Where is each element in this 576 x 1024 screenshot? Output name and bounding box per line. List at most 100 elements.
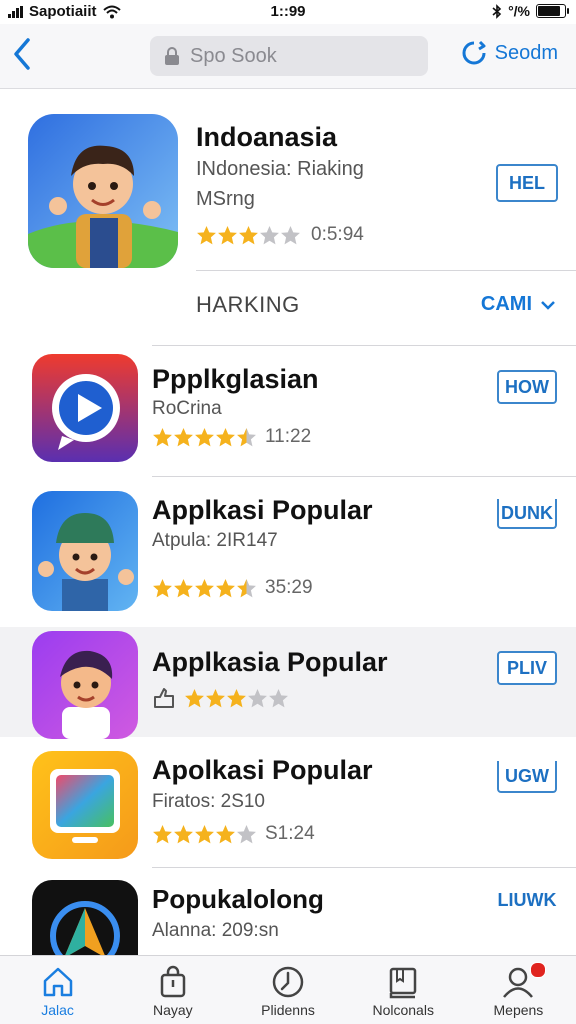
- shopping-bag-icon: [160, 965, 186, 998]
- search-placeholder: Spo Sook: [190, 44, 277, 67]
- nav-right-button[interactable]: Seodm: [461, 40, 558, 66]
- app-subtitle: RoCrina: [152, 398, 222, 419]
- featured-subtitle-2: MSrng: [196, 188, 255, 210]
- home-icon: [43, 967, 72, 997]
- section-action-label: CAMI: [480, 293, 532, 315]
- tab-shop[interactable]: Nayay: [115, 956, 230, 1024]
- rating-text: 11:22: [265, 426, 312, 447]
- get-button[interactable]: DUNK: [497, 499, 557, 529]
- app-icon: [32, 880, 138, 956]
- star-icon: [153, 578, 172, 597]
- rating-text: S1:24: [265, 823, 315, 844]
- rating-text: 0:5:94: [311, 224, 364, 245]
- chevron-down-icon: [541, 300, 555, 310]
- app-rating: 35:29: [152, 577, 313, 599]
- battery-icon: [536, 4, 569, 18]
- half-star-icon: [237, 427, 256, 446]
- list-item[interactable]: Applkasia Popular PLIV: [0, 627, 576, 739]
- app-title: Popukalolong: [152, 884, 324, 914]
- app-icon: [32, 751, 138, 859]
- tab-label: Plidenns: [261, 1002, 315, 1018]
- app-title: Applkasi Popular: [152, 495, 373, 525]
- star-icon: [239, 225, 258, 244]
- status-bar: Sapotiaiit 1::99 °/%: [0, 0, 576, 24]
- search-field[interactable]: Spo Sook: [150, 36, 428, 76]
- tab-profile[interactable]: Mepens: [461, 956, 576, 1024]
- empty-star-icon: [248, 688, 267, 707]
- star-rating: [184, 688, 289, 709]
- status-time: 1::99: [270, 3, 306, 20]
- tab-history[interactable]: Plidenns: [230, 956, 345, 1024]
- tab-label: Nayay: [152, 1002, 193, 1018]
- star-icon: [195, 427, 214, 446]
- status-right: °/%: [492, 3, 569, 19]
- lock-icon: [165, 47, 179, 65]
- empty-star-icon: [237, 824, 256, 843]
- app-title: Applkasia Popular: [152, 647, 388, 677]
- section-title: HARKING: [196, 292, 300, 317]
- app-subtitle: Firatos: 2S10: [152, 791, 265, 812]
- star-icon: [227, 688, 246, 707]
- star-rating: [152, 578, 257, 599]
- nav-right-label: Seodm: [494, 41, 558, 64]
- rating-text: 35:29: [265, 577, 313, 598]
- star-icon: [195, 578, 214, 597]
- list-item[interactable]: Ppplkglasian RoCrina 11:22 HOW: [0, 346, 576, 476]
- star-icon: [216, 427, 235, 446]
- star-icon: [153, 427, 172, 446]
- tab-home[interactable]: Jalac: [0, 956, 115, 1024]
- featured-title: Indoanasia: [196, 122, 338, 152]
- app-rating: S1:24: [152, 823, 315, 845]
- app-icon: [32, 491, 138, 611]
- back-button[interactable]: [6, 34, 38, 74]
- chevron-left-icon: [14, 38, 30, 70]
- notification-badge: [529, 962, 546, 978]
- navigation-bar: Spo Sook Seodm: [0, 24, 576, 89]
- star-icon: [216, 824, 235, 843]
- app-title: Ppplkglasian: [152, 364, 319, 394]
- star-icon: [153, 824, 172, 843]
- app-subtitle: Alanna: 209:sn: [152, 920, 279, 941]
- featured-get-button[interactable]: HEL: [496, 164, 558, 202]
- battery-percent: °/%: [508, 3, 530, 19]
- featured-app-icon[interactable]: [28, 114, 178, 268]
- list-item[interactable]: Apolkasi Popular Firatos: 2S10 S1:24 UGW: [0, 737, 576, 867]
- empty-star-icon: [269, 688, 288, 707]
- tab-label: Mepens: [493, 1002, 544, 1018]
- bluetooth-icon: [492, 3, 502, 19]
- star-icon: [174, 578, 193, 597]
- app-icon: [32, 631, 138, 739]
- tab-library[interactable]: Nolconals: [346, 956, 461, 1024]
- star-icon: [174, 427, 193, 446]
- list-item[interactable]: Applkasi Popular Atpula: 2IR147 35:29 DU…: [0, 477, 576, 627]
- star-icon: [185, 688, 204, 707]
- half-star-icon: [237, 578, 256, 597]
- star-icon: [197, 225, 216, 244]
- star-rating: [152, 427, 257, 448]
- app-subtitle: Atpula: 2IR147: [152, 530, 278, 551]
- empty-star-icon: [281, 225, 300, 244]
- get-button[interactable]: UGW: [497, 761, 557, 793]
- star-icon: [206, 688, 225, 707]
- tab-label: Nolconals: [372, 1002, 434, 1018]
- get-button[interactable]: HOW: [497, 370, 557, 404]
- star-icon: [216, 578, 235, 597]
- refresh-icon: [462, 40, 486, 65]
- get-button[interactable]: PLIV: [497, 651, 557, 685]
- star-rating: [152, 824, 257, 845]
- tab-label: Jalac: [41, 1002, 74, 1018]
- featured-rating: 0:5:94: [196, 224, 364, 246]
- star-icon: [218, 225, 237, 244]
- star-icon: [174, 824, 193, 843]
- star-icon: [195, 824, 214, 843]
- star-rating: [196, 225, 301, 246]
- featured-subtitle: INdonesia: Riaking: [196, 158, 364, 180]
- list-item[interactable]: Popukalolong Alanna: 209:sn LIUWK: [0, 868, 576, 956]
- app-rating: 11:22: [152, 426, 311, 448]
- app-title: Apolkasi Popular: [152, 755, 373, 785]
- tab-bar: Jalac Nayay Plidenns Nolconals Mepens: [0, 955, 576, 1024]
- share-icon: [154, 688, 174, 708]
- section-see-all-button[interactable]: CAMI: [481, 293, 556, 316]
- get-button[interactable]: LIUWK: [497, 890, 557, 911]
- divider: [196, 270, 576, 271]
